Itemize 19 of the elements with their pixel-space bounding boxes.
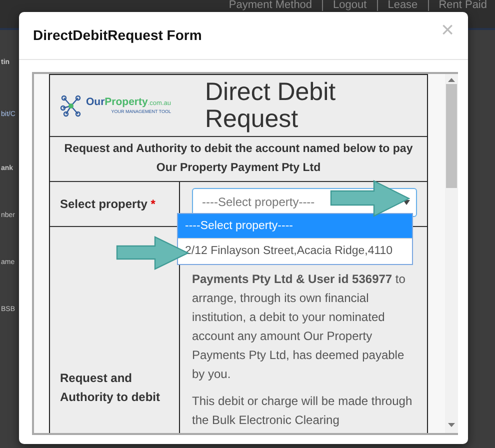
nav-link[interactable]: Lease xyxy=(388,0,418,11)
field-label: Select property * xyxy=(60,196,156,213)
scroll-down-icon[interactable] xyxy=(448,423,455,427)
field-label: Request and Authority to debit xyxy=(60,371,160,404)
scrollbar[interactable] xyxy=(445,74,458,433)
form-heading: Direct Debit Request xyxy=(205,78,337,132)
scroll-up-icon[interactable] xyxy=(448,78,455,82)
logo-text: Our xyxy=(86,96,105,108)
dropdown-option[interactable]: ----Select property---- xyxy=(178,214,412,239)
nav-link[interactable]: Rent Paid xyxy=(438,0,487,11)
scroll-thumb[interactable] xyxy=(446,84,457,188)
logo-text: Property xyxy=(104,96,148,108)
authority-paragraph: Payments Pty Ltd & User id 536977 to arrange, through its own financial institution, a debit to your nominated account any amount Our Property Payments Pty Ltd, has deemed payable by you. xyxy=(192,271,406,383)
nav-link[interactable]: Payment Method xyxy=(228,0,312,11)
modal-title: DirectDebitRequest Form xyxy=(33,26,202,45)
network-logo-icon xyxy=(60,94,82,116)
authority-paragraph: This debit or charge will be made through the Bulk Electronic Clearing xyxy=(192,393,414,429)
form-subheading: Request and Authority to debit the account named below to pay Our Property Payment Pty Ltd xyxy=(64,143,413,174)
nav-link[interactable]: Logout xyxy=(333,0,367,11)
